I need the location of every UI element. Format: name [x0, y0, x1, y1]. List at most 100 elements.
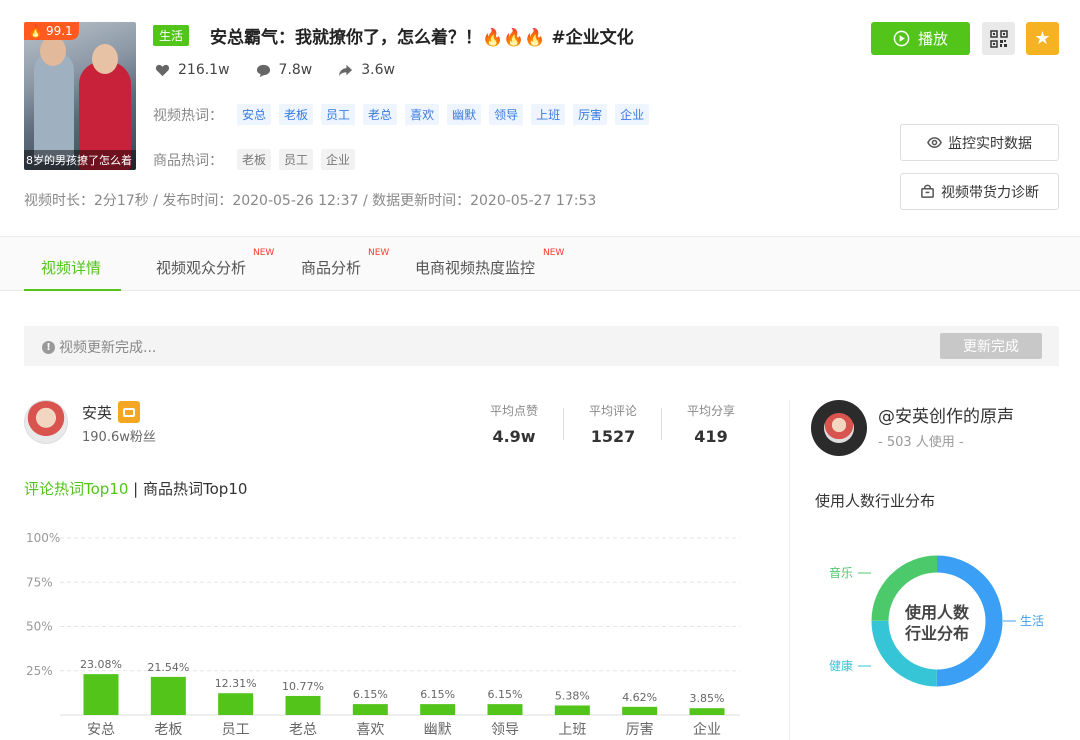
donut-center-label: 使用人数 [904, 603, 970, 622]
author-fans: 190.6w粉丝 [82, 430, 156, 445]
music-name[interactable]: @安英创作的原声 [878, 402, 1014, 427]
video-hot-words-row: 视频热词： 安总 老板 员工 老总 喜欢 幽默 领导 上班 厉害 企业 [153, 104, 650, 125]
stat-divider [661, 408, 662, 440]
bar[interactable] [83, 674, 119, 715]
new-badge: NEW [368, 248, 390, 258]
bar[interactable] [622, 706, 658, 715]
hot-tabs-separator: | [128, 480, 143, 498]
bar-value-label: 6.15% [420, 688, 455, 701]
video-hot-word[interactable]: 上班 [531, 104, 566, 125]
monitor-realtime-button[interactable]: 监控实时数据 [900, 124, 1059, 161]
video-meta-line: 视频时长：2分17秒 / 发布时间：2020-05-26 12:37 / 数据更… [24, 193, 597, 209]
y-tick-label: 50% [26, 620, 53, 634]
tab-audience-analysis[interactable]: 视频观众分析 [156, 257, 246, 278]
x-tick-label: 幽默 [424, 722, 452, 738]
bar[interactable] [554, 705, 590, 715]
detail-tabs: 视频详情 视频观众分析 NEW 商品分析 NEW 电商视频热度监控 NEW [0, 236, 1080, 291]
bar[interactable] [150, 676, 186, 715]
tab-comment-hot-words[interactable]: 评论热词Top10 [24, 480, 128, 498]
bar-value-label: 6.15% [353, 688, 388, 701]
video-stats: 216.1w 7.8w 3.6w [155, 62, 395, 78]
thumbnail-caption: 8岁的男孩撩了怎么着 [24, 150, 136, 170]
video-hot-word[interactable]: 老板 [279, 104, 314, 125]
favorite-button[interactable]: ★ [1026, 22, 1059, 55]
bar-value-label: 5.38% [555, 689, 590, 702]
bar[interactable] [218, 693, 254, 715]
video-hot-word[interactable]: 安总 [237, 104, 272, 125]
play-icon [893, 30, 910, 47]
y-tick-label: 75% [26, 575, 53, 589]
avg-comments-value: 1527 [590, 427, 636, 446]
y-tick-label: 25% [26, 664, 53, 678]
author-badge-icon [118, 401, 140, 423]
stat-divider [563, 408, 564, 440]
play-button[interactable]: 播放 [871, 22, 970, 55]
author-name[interactable]: 安英 [82, 402, 112, 423]
avg-shares-label: 平均分享 [686, 404, 735, 418]
play-label: 播放 [917, 30, 948, 48]
monitor-label: 监控实时数据 [948, 135, 1032, 152]
product-hot-word[interactable]: 老板 [237, 149, 272, 170]
donut-center-label: 行业分布 [904, 624, 969, 643]
avg-shares-value: 419 [694, 427, 728, 446]
active-tab-indicator [24, 289, 121, 291]
video-hot-word[interactable]: 老总 [363, 104, 398, 125]
diagnose-label: 视频带货力诊断 [941, 184, 1039, 201]
donut-segment-label: 音乐 [829, 565, 853, 580]
bar-value-label: 6.15% [488, 688, 523, 701]
bar-value-label: 3.85% [690, 692, 725, 705]
tab-product-analysis[interactable]: 商品分析 [301, 257, 361, 278]
thumbnail-figure [40, 36, 66, 66]
avg-comments-label: 平均评论 [588, 404, 637, 418]
qr-code-button[interactable] [982, 22, 1015, 55]
avg-shares: 平均分享 419 [671, 402, 751, 446]
comment-icon [256, 64, 270, 77]
thumbnail-figure [34, 52, 74, 162]
bar[interactable] [420, 704, 456, 715]
diagnose-button[interactable]: 视频带货力诊断 [900, 173, 1059, 210]
x-tick-label: 领导 [491, 722, 519, 738]
comments-count: 7.8w [278, 62, 313, 78]
new-badge: NEW [543, 248, 565, 258]
y-tick-label: 100% [26, 531, 60, 545]
video-hot-word[interactable]: 喜欢 [405, 104, 440, 125]
x-tick-label: 厉害 [626, 722, 654, 738]
thumbnail-figure [92, 44, 118, 74]
video-thumbnail[interactable]: 🔥 99.1 8岁的男孩撩了怎么着 [24, 22, 136, 170]
music-usage: - 503 人使用 - [878, 435, 964, 450]
bar[interactable] [689, 708, 725, 715]
video-hot-word[interactable]: 领导 [489, 104, 524, 125]
bar[interactable] [352, 704, 388, 715]
tab-video-detail[interactable]: 视频详情 [41, 257, 101, 278]
bar-value-label: 12.31% [215, 677, 257, 690]
bar[interactable] [285, 695, 321, 715]
x-tick-label: 喜欢 [356, 722, 384, 738]
x-tick-label: 老板 [154, 722, 182, 738]
industry-distribution-title: 使用人数行业分布 [815, 492, 936, 510]
share-icon [339, 64, 353, 76]
new-badge: NEW [253, 248, 275, 258]
x-tick-label: 上班 [558, 722, 586, 738]
avg-likes: 平均点赞 4.9w [474, 402, 554, 446]
bar[interactable] [487, 704, 523, 715]
video-hot-word[interactable]: 企业 [615, 104, 650, 125]
product-hot-words-label: 商品热词： [153, 152, 223, 169]
likes-count: 216.1w [178, 62, 230, 78]
update-done-button[interactable]: 更新完成 [940, 333, 1042, 359]
product-hot-word[interactable]: 员工 [279, 149, 314, 170]
video-hot-word[interactable]: 幽默 [447, 104, 482, 125]
shares-count: 3.6w [361, 62, 395, 78]
hot-score-value: 99.1 [45, 24, 73, 38]
tab-product-hot-words[interactable]: 商品热词Top10 [143, 480, 247, 498]
video-hot-words-label: 视频热词： [153, 107, 223, 124]
video-hot-word[interactable]: 厉害 [573, 104, 608, 125]
music-disc-icon[interactable] [811, 400, 867, 456]
author-avatar[interactable] [24, 400, 68, 444]
product-hot-word[interactable]: 企业 [321, 149, 356, 170]
tab-heat-monitor[interactable]: 电商视频热度监控 [415, 257, 535, 278]
update-status-text: 视频更新完成... [59, 340, 157, 356]
comment-hot-words-chart: 100% 75% 50% 25% 23.08% 安总 21.54% 老板 12.31% 员工 10.… [26, 531, 740, 738]
star-icon: ★ [1034, 28, 1051, 49]
video-hot-word[interactable]: 员工 [321, 104, 356, 125]
x-tick-label: 老总 [289, 722, 317, 738]
